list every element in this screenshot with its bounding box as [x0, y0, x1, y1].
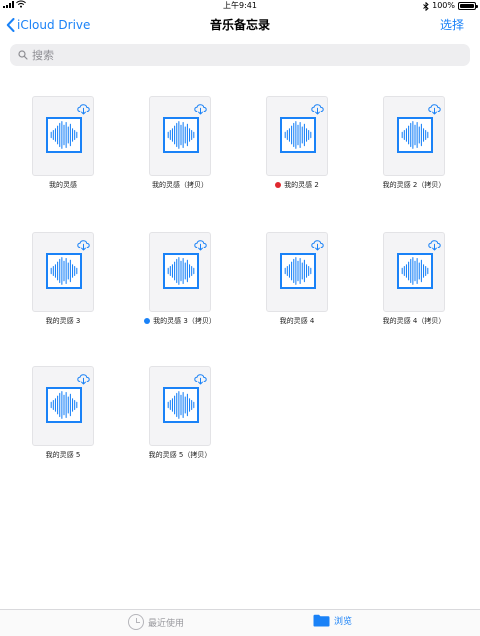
tab-bar: 最近使用 浏览 — [0, 609, 480, 636]
file-thumbnail — [149, 96, 211, 176]
battery-level — [460, 4, 474, 8]
file-name: 我的灵感（拷贝） — [152, 181, 208, 189]
file-thumbnail — [149, 232, 211, 312]
file-label: 我的灵感 2 — [242, 180, 352, 190]
file-thumbnail — [32, 232, 94, 312]
file-label: 我的灵感 2（拷贝） — [359, 180, 469, 190]
tab-browse-label: 浏览 — [334, 617, 353, 627]
file-label: 我的灵感 5（拷贝） — [125, 450, 235, 460]
voice-memo-waveform-icon — [46, 253, 82, 289]
battery-percentage: 100% — [432, 1, 455, 10]
navigation-bar: iCloud Drive 音乐备忘录 选择 — [0, 12, 480, 42]
file-thumbnail — [32, 366, 94, 446]
tab-recent-label: 最近使用 — [148, 618, 185, 629]
voice-memo-waveform-icon — [46, 387, 82, 423]
voice-memo-waveform-icon — [163, 253, 199, 289]
voice-memo-waveform-icon — [280, 117, 316, 153]
file-label: 我的灵感 3 — [8, 316, 118, 326]
search-input[interactable]: 搜索 — [10, 44, 470, 66]
file-thumbnail — [383, 96, 445, 176]
voice-memo-waveform-icon — [46, 117, 82, 153]
voice-memo-waveform-icon — [163, 117, 199, 153]
status-bar: 上午9:41 100% — [0, 0, 480, 12]
tab-browse[interactable]: 浏览 — [313, 614, 352, 627]
status-time: 上午9:41 — [223, 1, 257, 10]
file-name: 我的灵感 5（拷贝） — [148, 451, 212, 459]
select-button[interactable]: 选择 — [440, 16, 464, 34]
file-name: 我的灵感 4 — [279, 317, 315, 325]
file-label: 我的灵感 4 — [242, 316, 352, 326]
file-name: 我的灵感 2 — [284, 181, 319, 189]
file-label: 我的灵感 — [8, 180, 118, 190]
file-name: 我的灵感 4（拷贝） — [382, 317, 446, 325]
status-right: 100% — [423, 0, 478, 12]
file-thumbnail — [383, 232, 445, 312]
voice-memo-waveform-icon — [280, 253, 316, 289]
file-name: 我的灵感 — [49, 181, 77, 189]
voice-memo-waveform-icon — [397, 117, 433, 153]
file-thumbnail — [149, 366, 211, 446]
voice-memo-waveform-icon — [163, 387, 199, 423]
folder-icon — [313, 614, 330, 627]
file-thumbnail — [266, 96, 328, 176]
tab-recent[interactable]: 最近使用 — [128, 614, 184, 630]
file-label: 我的灵感 4（拷贝） — [359, 316, 469, 326]
file-name: 我的灵感 2（拷贝） — [382, 181, 446, 189]
file-thumbnail — [32, 96, 94, 176]
battery-icon — [458, 2, 478, 10]
file-label: 我的灵感 5 — [8, 450, 118, 460]
file-label: 我的灵感 3（拷贝） — [125, 316, 235, 326]
file-name: 我的灵感 5 — [45, 451, 81, 459]
file-name: 我的灵感 3 — [45, 317, 81, 325]
file-thumbnail — [266, 232, 328, 312]
tag-dot-icon — [144, 318, 151, 324]
search-placeholder: 搜索 — [32, 49, 54, 62]
tag-dot-icon — [275, 182, 282, 188]
search-icon — [18, 50, 28, 60]
page-title: 音乐备忘录 — [209, 18, 270, 32]
clock-icon — [128, 614, 144, 630]
bluetooth-icon — [423, 1, 429, 11]
file-name: 我的灵感 3（拷贝） — [153, 317, 216, 325]
file-label: 我的灵感（拷贝） — [125, 180, 235, 190]
voice-memo-waveform-icon — [397, 253, 433, 289]
